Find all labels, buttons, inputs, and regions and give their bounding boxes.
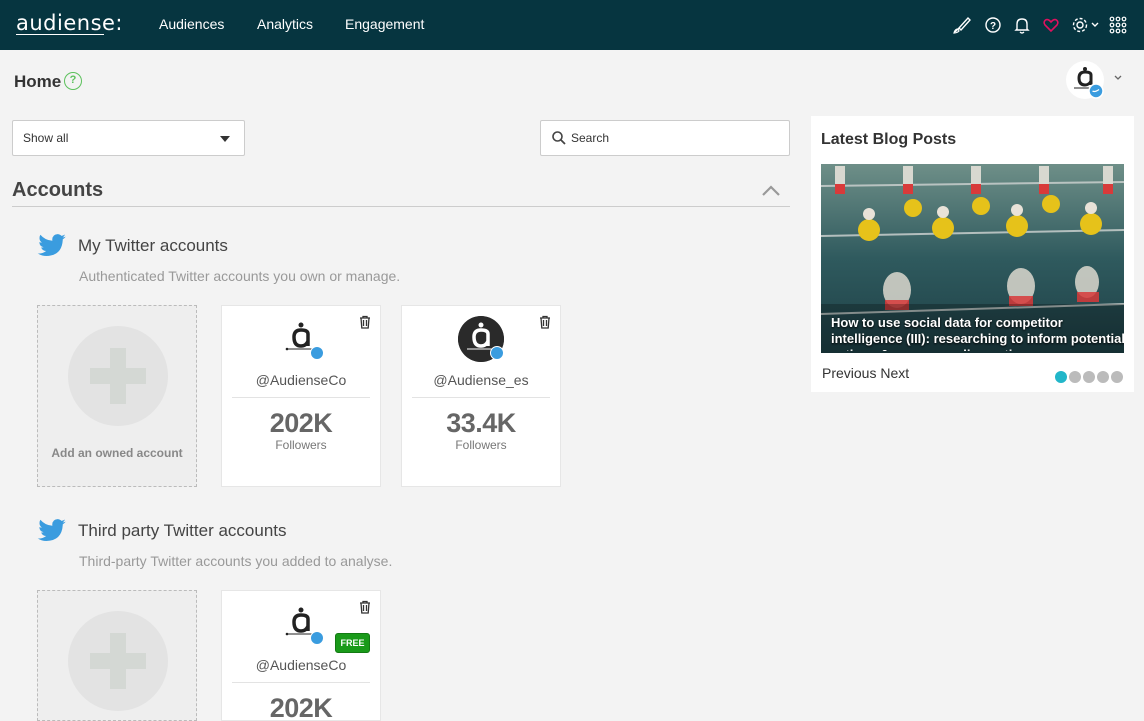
followers-count: 202K: [269, 408, 333, 438]
group-title-my-accounts: My Twitter accounts: [78, 236, 228, 255]
group-subtitle-my-accounts: Authenticated Twitter accounts you own o…: [79, 268, 401, 284]
carousel-dot[interactable]: [1097, 371, 1109, 383]
logo-underline: [16, 34, 104, 35]
blog-nav: Previous Next: [822, 365, 909, 381]
top-nav: audiense: Audiences Analytics Engagement…: [0, 0, 1144, 50]
twitter-bird-icon: [37, 517, 67, 550]
bell-icon[interactable]: [1011, 14, 1033, 36]
add-third-party-account-card[interactable]: [37, 590, 197, 721]
carousel-dot[interactable]: [1111, 371, 1123, 383]
nav-audiences[interactable]: Audiences: [159, 16, 224, 32]
blog-next-link[interactable]: Next: [880, 365, 909, 381]
nav-engagement[interactable]: Engagement: [345, 16, 424, 32]
add-icon: [68, 326, 168, 426]
twitter-badge-icon: [490, 346, 504, 360]
blog-panel: Latest Blog Posts How to use social data…: [811, 116, 1134, 392]
add-owned-account-label: Add an owned account: [51, 446, 183, 460]
page-title: Home: [14, 72, 62, 91]
account-card[interactable]: @AudienseCo 202K Followers: [221, 305, 381, 487]
blog-post-title[interactable]: How to use social data for competitor in…: [831, 315, 1124, 351]
group-subtitle-third-party: Third-party Twitter accounts you added t…: [79, 553, 393, 569]
twitter-badge-icon: [310, 346, 324, 360]
blog-panel-title: Latest Blog Posts: [821, 131, 957, 148]
followers-count: 33.4K: [446, 408, 516, 438]
accounts-section-title: Accounts: [12, 179, 104, 201]
blog-post-image[interactable]: How to use social data for competitor in…: [821, 164, 1124, 353]
page-help-icon[interactable]: ?: [64, 72, 82, 90]
search-box[interactable]: [540, 120, 790, 156]
audiense-logo[interactable]: audiense:: [16, 11, 123, 35]
trash-icon[interactable]: [358, 315, 372, 334]
account-handle: @Audiense_es: [433, 372, 529, 388]
account-handle: @AudienseCo: [255, 372, 347, 388]
caret-down-icon: [220, 136, 230, 142]
heart-icon[interactable]: [1040, 14, 1062, 36]
account-handle: @AudienseCo: [255, 657, 347, 673]
carousel-dot[interactable]: [1069, 371, 1081, 383]
nav-analytics[interactable]: Analytics: [257, 16, 313, 32]
carousel-dots: [1055, 370, 1125, 388]
search-input[interactable]: [571, 129, 771, 147]
blog-previous-link[interactable]: Previous: [822, 365, 876, 381]
filter-select[interactable]: Show all: [12, 120, 245, 156]
filter-select-value: Show all: [23, 131, 69, 145]
user-avatar[interactable]: [1066, 61, 1104, 99]
free-badge: FREE: [335, 633, 370, 653]
followers-label: Followers: [275, 438, 327, 452]
svg-text:?: ?: [990, 21, 996, 32]
help-icon[interactable]: ?: [982, 14, 1004, 36]
add-owned-account-card[interactable]: Add an owned account: [37, 305, 197, 487]
account-card[interactable]: @Audiense_es 33.4K Followers: [401, 305, 561, 487]
group-title-third-party: Third party Twitter accounts: [78, 521, 287, 540]
followers-label: Followers: [455, 438, 507, 452]
section-divider: [12, 206, 790, 207]
audiense-avatar-icon: [1074, 67, 1104, 99]
twitter-bird-icon: [37, 232, 67, 265]
add-icon: [68, 611, 168, 711]
apps-grid-icon[interactable]: [1107, 14, 1129, 36]
account-card[interactable]: FREE @AudienseCo 202K: [221, 590, 381, 721]
brush-icon[interactable]: [951, 14, 973, 36]
settings-icon[interactable]: [1070, 14, 1100, 36]
carousel-dot[interactable]: [1083, 371, 1095, 383]
chevron-up-icon[interactable]: [761, 184, 781, 203]
carousel-dot[interactable]: [1055, 371, 1067, 383]
trash-icon[interactable]: [358, 600, 372, 619]
chevron-down-icon[interactable]: [1113, 70, 1123, 88]
search-icon: [551, 130, 567, 151]
twitter-badge-icon: [310, 631, 324, 645]
trash-icon[interactable]: [538, 315, 552, 334]
followers-count: 202K: [269, 693, 333, 721]
